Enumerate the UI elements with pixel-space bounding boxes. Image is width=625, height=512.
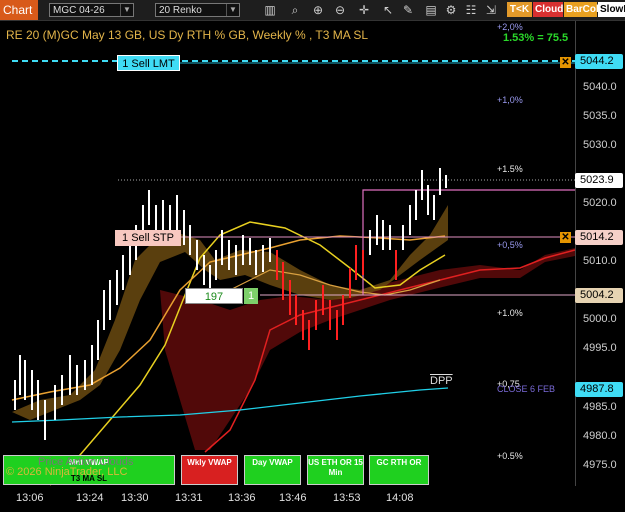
pct-label: +0,5% xyxy=(497,240,523,250)
gear-icon[interactable]: ⚙ xyxy=(443,2,459,18)
zoom-in-icon[interactable]: ⊕ xyxy=(310,2,326,18)
x-tick: 13:36 xyxy=(228,492,256,504)
bar-type-selector[interactable]: 20 Renko ▼ xyxy=(155,3,240,17)
sell-stp-order[interactable]: 1 Sell STP xyxy=(115,230,181,246)
slow-button[interactable]: SlowM xyxy=(598,2,625,17)
crosshair-icon[interactable]: ✛ xyxy=(356,2,372,18)
instrument-selector[interactable]: MGC 04-26 ▼ xyxy=(49,3,134,17)
price-marker: 5044.2 xyxy=(575,54,623,69)
price-marker: 5014.2 xyxy=(575,230,623,245)
gain-readout: 1.53% = 75.5 xyxy=(503,32,569,44)
tk-button[interactable]: T<K xyxy=(507,2,532,17)
position-count[interactable]: 1 xyxy=(244,288,258,304)
gc-rth-or-button[interactable]: GC RTH OR xyxy=(369,455,429,485)
chart-title: RE 20 (M)GC May 13 GB, US Dy RTH % GB, W… xyxy=(6,28,369,42)
x-tick: 14:08 xyxy=(386,492,414,504)
cloud-button[interactable]: Cloud xyxy=(533,2,563,17)
y-tick: 5030.0 xyxy=(583,139,617,151)
y-tick: 4980.0 xyxy=(583,430,617,442)
us-eth-or-button[interactable]: US ETH OR 15 Min xyxy=(307,455,364,485)
pct-label: +0.5% xyxy=(497,451,523,461)
x-tick: 13:24 xyxy=(76,492,104,504)
pan-icon[interactable]: ⇲ xyxy=(483,2,499,18)
y-tick: 5010.0 xyxy=(583,255,617,267)
chart-toolbar: Chart MGC 04-26 ▼ 20 Renko ▼ ▥ ⌕ ⊕ ⊖ ✛ ↖… xyxy=(0,0,625,21)
pct-label: +1.0% xyxy=(497,308,523,318)
price-marker: 4987.8 xyxy=(575,382,623,397)
x-tick: 13:53 xyxy=(333,492,361,504)
pointer-icon[interactable]: ↖ xyxy=(380,2,396,18)
barcol-button[interactable]: BarCol xyxy=(564,2,599,17)
day-vwap-button[interactable]: Day VWAP xyxy=(244,455,301,485)
bar-type-value: 20 Renko xyxy=(159,5,202,16)
close-icon[interactable]: ✕ xyxy=(560,232,571,243)
pct-label: +2,0% xyxy=(497,22,523,32)
copyright: © 2026 NinjaTrader, LLC xyxy=(6,466,128,478)
bars-down-icon[interactable]: ▤ xyxy=(423,2,439,18)
price-marker: 5023.9 xyxy=(575,173,623,188)
magnify-icon[interactable]: ⌕ xyxy=(287,2,303,18)
chevron-down-icon[interactable]: ▼ xyxy=(226,4,239,16)
price-marker: 5004.2 xyxy=(575,288,623,303)
tab-chart[interactable]: Chart xyxy=(0,0,38,20)
bars-icon[interactable]: ▥ xyxy=(262,2,278,18)
sell-lmt-order[interactable]: 1 Sell LMT xyxy=(117,55,180,71)
x-tick: 13:30 xyxy=(121,492,149,504)
position-qty[interactable]: 197 xyxy=(185,288,243,304)
close-icon[interactable]: ✕ xyxy=(560,57,571,68)
instrument-value: MGC 04-26 xyxy=(53,5,105,16)
chevron-down-icon[interactable]: ▼ xyxy=(120,4,133,16)
y-tick: 4975.0 xyxy=(583,459,617,471)
y-tick: 4995.0 xyxy=(583,342,617,354)
zoom-out-icon[interactable]: ⊖ xyxy=(332,2,348,18)
y-tick: 5040.0 xyxy=(583,81,617,93)
y-tick: 4985.0 xyxy=(583,401,617,413)
x-tick: 13:06 xyxy=(16,492,44,504)
x-tick: 13:46 xyxy=(279,492,307,504)
y-tick: 5000.0 xyxy=(583,313,617,325)
properties-icon[interactable]: ☷ xyxy=(463,2,479,18)
wkly-vwap-button[interactable]: Wkly VWAP xyxy=(181,455,238,485)
price-chart xyxy=(11,60,575,486)
dpp-label: DPP xyxy=(430,375,453,387)
close-label: CLOSE 6 FEB xyxy=(497,384,556,394)
x-tick: 13:31 xyxy=(175,492,203,504)
pct-label: +1,0% xyxy=(497,95,523,105)
chart-panel[interactable] xyxy=(0,21,575,486)
y-tick: 5035.0 xyxy=(583,110,617,122)
y-tick: 5020.0 xyxy=(583,197,617,209)
draw-icon[interactable]: ✎ xyxy=(400,2,416,18)
pct-label: +1.5% xyxy=(497,164,523,174)
